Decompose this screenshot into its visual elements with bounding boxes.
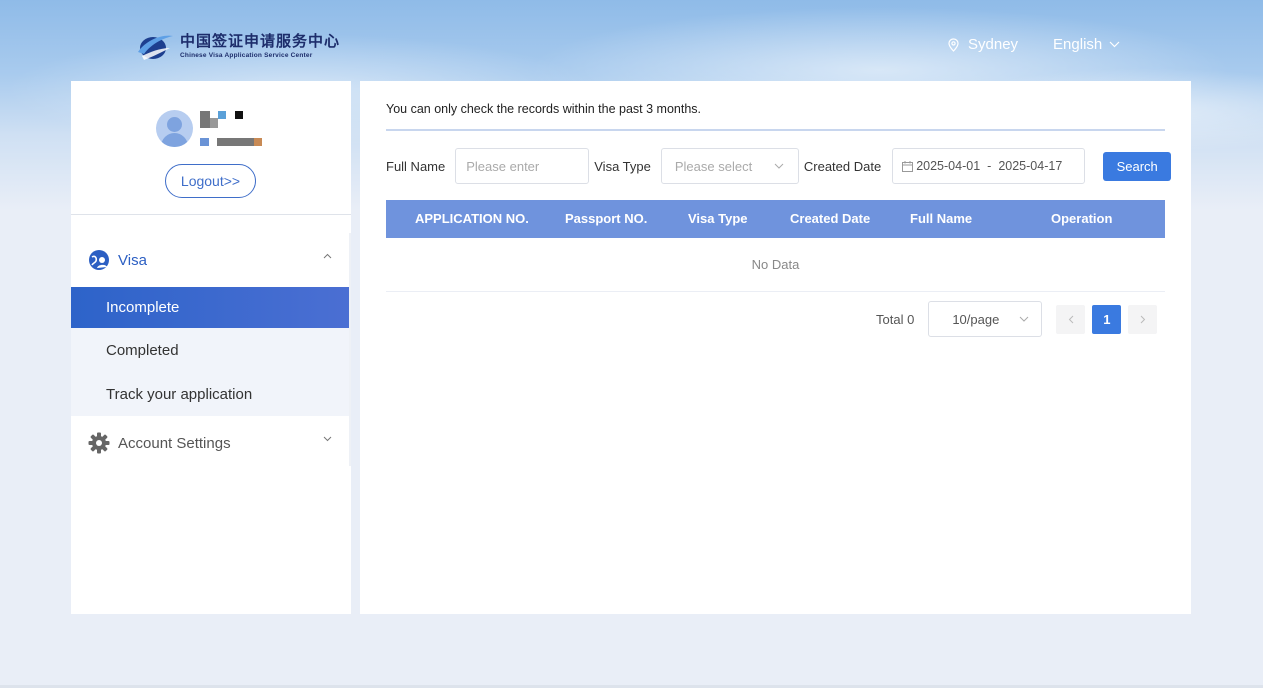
date-to: 2025-04-17 xyxy=(998,159,1063,173)
logo-chinese-text: 中国签证申请服务中心 xyxy=(180,32,341,50)
date-from: 2025-04-01 xyxy=(916,159,981,173)
pagination-total: Total 0 xyxy=(876,311,915,327)
full-name-input[interactable]: Please enter xyxy=(455,148,590,184)
globe-user-icon xyxy=(88,249,110,271)
chevron-up-icon xyxy=(323,253,332,259)
search-button[interactable]: Search xyxy=(1103,151,1172,181)
table-empty-state: No Data xyxy=(386,238,1165,292)
avatar xyxy=(156,110,193,147)
menu-account-settings-label: Account Settings xyxy=(118,434,231,452)
language-selector[interactable]: English xyxy=(1053,36,1120,53)
location-pin-icon xyxy=(948,37,959,52)
filter-bar: Full Name Please enter Visa Type Please … xyxy=(386,148,1172,184)
menu-account-settings[interactable]: Account Settings xyxy=(71,416,351,470)
visa-submenu: Incomplete Completed Track your applicat… xyxy=(71,287,351,416)
next-page-button[interactable] xyxy=(1128,304,1158,334)
table-header: APPLICATION NO. Passport NO. Visa Type C… xyxy=(386,200,1165,238)
calendar-icon xyxy=(902,160,914,172)
visa-type-label: Visa Type xyxy=(594,158,651,174)
chevron-right-icon xyxy=(1140,315,1146,324)
logo-english-text: Chinese Visa Application Service Center xyxy=(180,52,313,59)
profile-section: Logout>> xyxy=(71,81,351,215)
sidebar-menu: Visa Incomplete Completed Track your app… xyxy=(71,233,351,470)
notice-divider xyxy=(386,129,1165,131)
visa-type-placeholder: Please select xyxy=(674,158,753,174)
chevron-left-icon xyxy=(1068,315,1074,324)
column-application-no: APPLICATION NO. xyxy=(415,211,529,226)
full-name-label: Full Name xyxy=(386,158,446,174)
location-selector[interactable]: Sydney xyxy=(948,36,1018,53)
sidebar: Logout>> Visa Incomplete Completed Track… xyxy=(71,81,351,614)
sidebar-item-track-application[interactable]: Track your application xyxy=(71,372,351,416)
column-created-date: Created Date xyxy=(790,211,871,226)
main-panel: You can only check the records within th… xyxy=(360,81,1191,614)
created-date-label: Created Date xyxy=(803,158,882,174)
column-visa-type: Visa Type xyxy=(688,211,748,226)
site-logo[interactable]: 中国签证申请服务中心 Chinese Visa Application Serv… xyxy=(136,30,340,62)
gear-icon xyxy=(88,432,110,454)
visa-type-select[interactable]: Please select xyxy=(660,148,799,184)
column-operation: Operation xyxy=(1051,211,1113,226)
column-passport-no: Passport NO. xyxy=(565,211,648,226)
column-full-name: Full Name xyxy=(910,211,973,226)
prev-page-button[interactable] xyxy=(1056,304,1086,334)
records-notice: You can only check the records within th… xyxy=(386,102,701,116)
date-range-picker[interactable]: 2025-04-01 - 2025-04-17 xyxy=(892,148,1086,184)
language-label: English xyxy=(1053,36,1103,53)
chevron-down-icon xyxy=(1109,41,1120,48)
page-number-button[interactable]: 1 xyxy=(1092,304,1122,334)
menu-visa-label: Visa xyxy=(118,251,147,269)
chevron-down-icon xyxy=(774,163,784,169)
logout-button[interactable]: Logout>> xyxy=(165,164,256,198)
sidebar-item-incomplete[interactable]: Incomplete xyxy=(71,287,351,328)
chevron-down-icon xyxy=(323,436,332,442)
logo-swoosh-icon xyxy=(138,35,173,60)
location-label: Sydney xyxy=(968,36,1019,53)
menu-visa[interactable]: Visa xyxy=(71,233,351,287)
date-separator: - xyxy=(987,159,992,173)
chevron-down-icon xyxy=(1019,316,1029,322)
sidebar-item-completed[interactable]: Completed xyxy=(71,328,351,372)
page-size-value: 10/page xyxy=(952,311,1000,327)
pagination: Total 0 10/page 1 xyxy=(876,301,1164,337)
page-size-select[interactable]: 10/page xyxy=(928,301,1043,337)
